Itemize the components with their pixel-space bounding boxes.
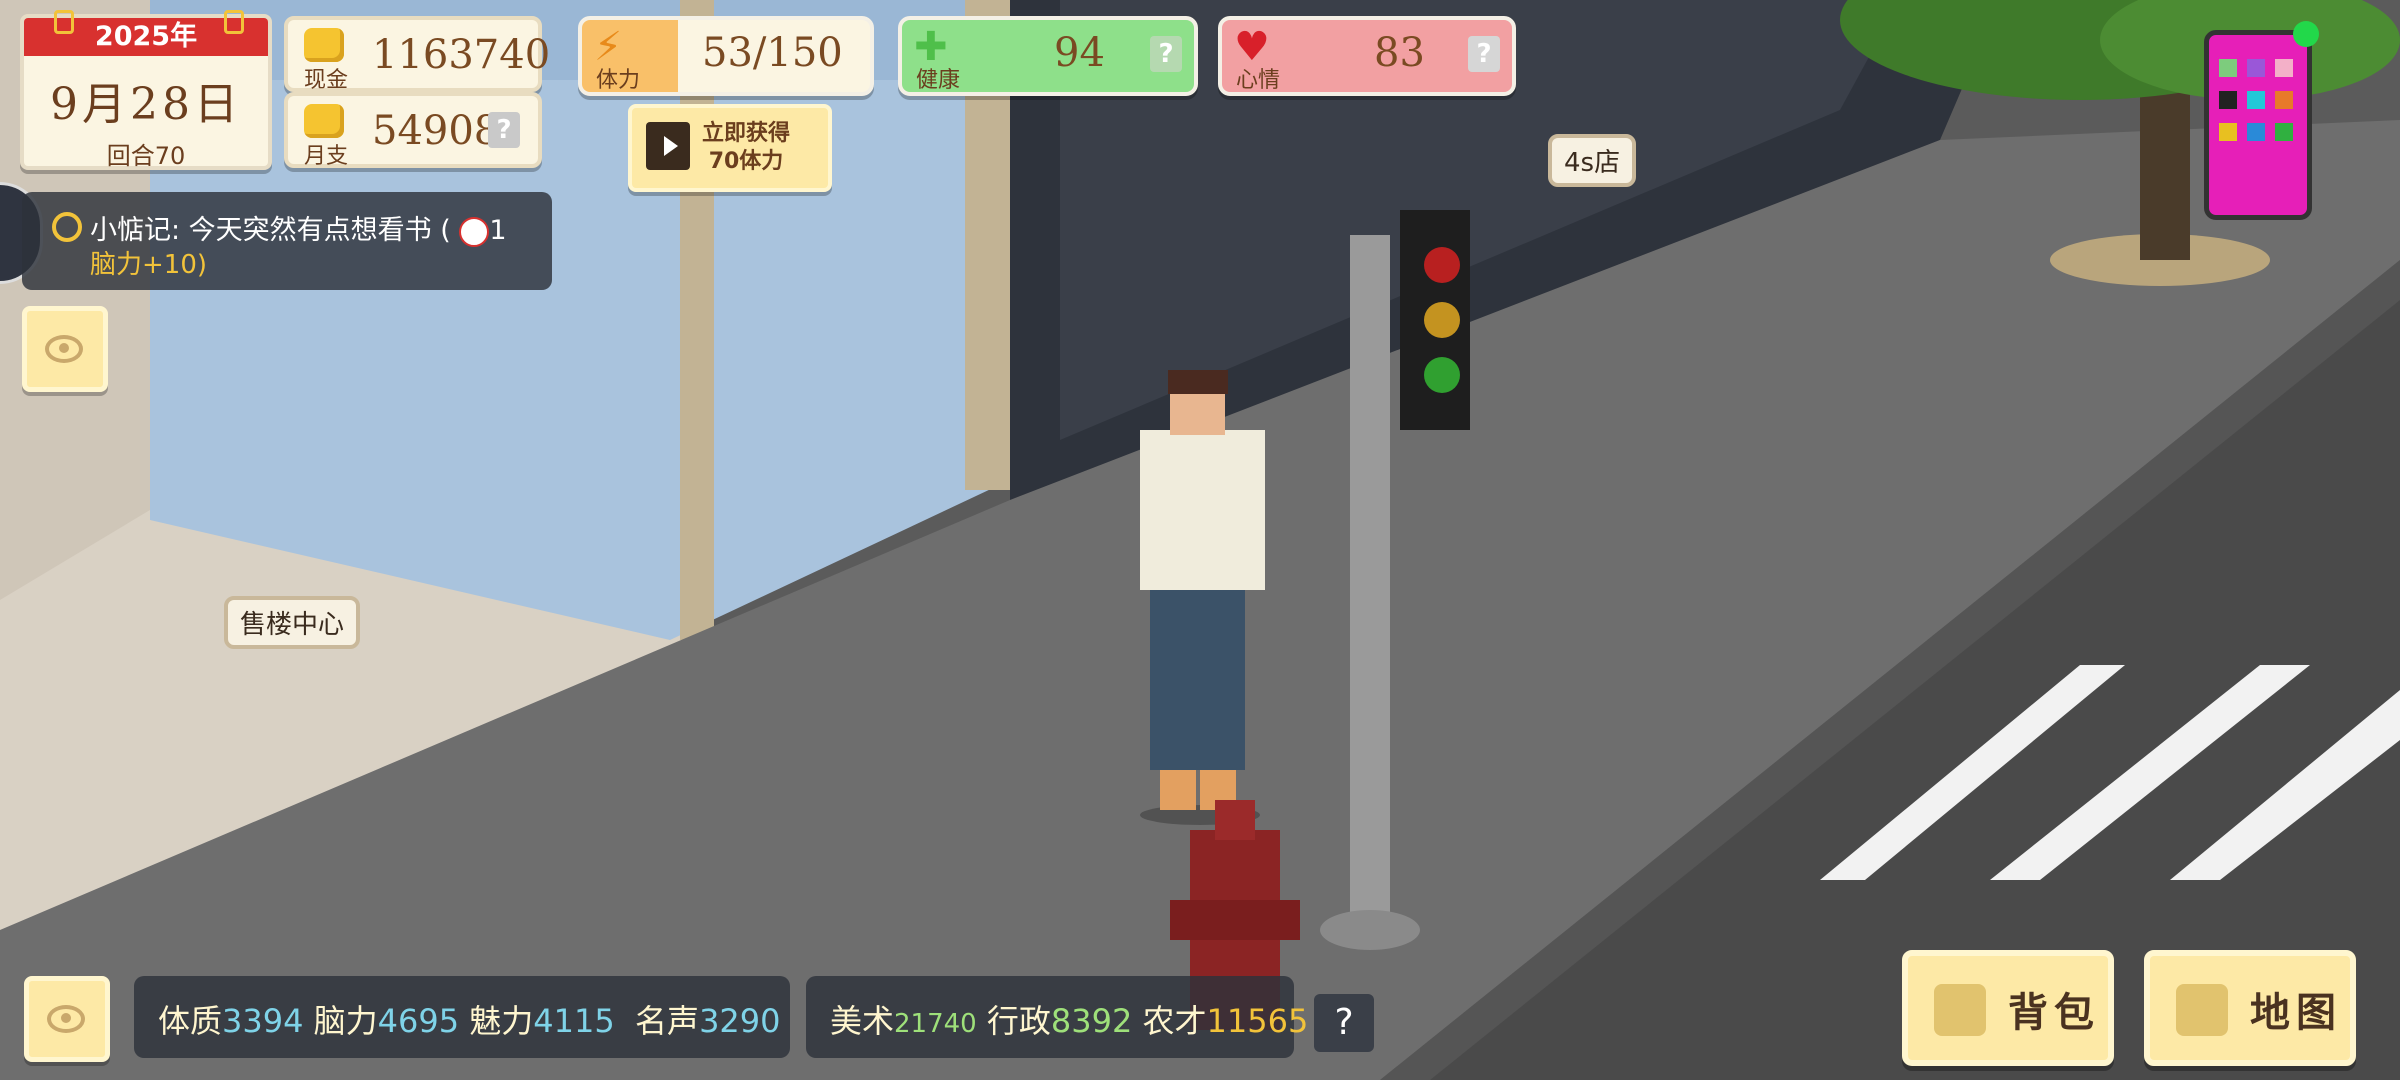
cash-label: 现金 (304, 68, 349, 93)
app-icon (2219, 59, 2237, 77)
phone-button[interactable] (2204, 21, 2319, 220)
notification-dot (2293, 21, 2319, 47)
cash-value: 1163740 (372, 32, 551, 78)
clock-icon (459, 216, 490, 247)
calendar-date: 9月28日 (50, 79, 242, 130)
app-icon (2247, 123, 2265, 141)
mood-label: 心情 (1236, 68, 1281, 93)
backpack-button[interactable]: 背包 (1902, 950, 2114, 1066)
attr-value: 3394 (222, 1002, 304, 1040)
coin-icon (304, 104, 344, 138)
app-icon (2275, 59, 2293, 77)
app-icon (2275, 91, 2293, 109)
attr-value: 4115 (533, 1002, 615, 1040)
note-suffix: 1 (489, 215, 507, 246)
circle-icon (52, 212, 82, 242)
skill-value: 8392 (1050, 1002, 1133, 1040)
skills-help-button[interactable]: ? (1314, 994, 1374, 1052)
mood-stat: ♥ 心情 83 ? (1218, 16, 1516, 96)
health-help-button[interactable]: ? (1150, 36, 1182, 72)
monthly-expense-row: 月支 54908 ? (284, 92, 542, 169)
stamina-stat[interactable]: ⚡ 体力 53/150 (578, 16, 874, 96)
attr-label: 体质 (158, 1002, 223, 1040)
monthly-value: 54908 (372, 108, 500, 154)
mood-value: 83 (1374, 30, 1425, 76)
note-text: 小惦记: 今天突然有点想看书 ( (90, 215, 451, 246)
skill-label: 美术 (830, 1002, 895, 1040)
location-tag-sales-center[interactable]: 售楼中心 (224, 596, 361, 649)
map-icon (2176, 984, 2228, 1036)
monthly-help-button[interactable]: ? (488, 112, 520, 148)
skill-label: 农才 (1142, 1002, 1207, 1040)
round-counter: 回合70 (106, 142, 186, 170)
get-stamina-button[interactable]: 立即获得 70体力 (628, 104, 832, 192)
stamina-label: 体力 (596, 68, 641, 93)
calendar-widget: 2025年 9月28日 回合70 (20, 10, 272, 170)
money-panel: 现金 1163740 月支 54908 ? (284, 16, 550, 169)
note-panel[interactable]: 小惦记: 今天突然有点想看书 ( 1 脑力+10) (22, 192, 552, 290)
get-stamina-line2: 70体力 (708, 149, 784, 174)
app-icon (2247, 91, 2265, 109)
view-toggle-button[interactable] (22, 306, 108, 392)
stats-view-toggle-button[interactable] (24, 976, 110, 1062)
health-stat: ✚ 健康 94 ? (898, 16, 1198, 96)
mood-help-button[interactable]: ? (1468, 36, 1500, 72)
health-value: 94 (1054, 30, 1105, 76)
health-label: 健康 (916, 68, 961, 93)
calendar-ring-icon (224, 10, 244, 34)
app-icon (2275, 123, 2293, 141)
app-icon (2219, 123, 2237, 141)
note-reward: 脑力+10) (90, 250, 208, 280)
monthly-label: 月支 (304, 144, 349, 169)
backpack-icon (1934, 984, 1986, 1036)
map-button[interactable]: 地图 (2144, 950, 2356, 1066)
attr-label: 脑力 (313, 1002, 378, 1040)
attr-label: 名声 (635, 1002, 700, 1040)
attr-value: 4695 (377, 1002, 460, 1040)
get-stamina-line1: 立即获得 (702, 121, 791, 146)
attr-label: 魅力 (469, 1002, 534, 1040)
attr-value: 3290 (699, 1002, 781, 1040)
video-icon (646, 122, 690, 170)
app-icon (2219, 91, 2237, 109)
skill-value: 21740 (894, 1009, 977, 1039)
backpack-label: 背包 (2008, 990, 2100, 1036)
location-tag-car-shop[interactable]: 4s店 (1548, 134, 1637, 187)
calendar-ring-icon (54, 10, 74, 34)
cash-row: 现金 1163740 (284, 16, 550, 93)
skill-label: 行政 (986, 1002, 1051, 1040)
app-icon (2247, 59, 2265, 77)
skills-bar: 美术21740 行政8392 农才11565 (806, 976, 1308, 1058)
coin-icon (304, 28, 344, 62)
map-label: 地图 (2250, 990, 2342, 1036)
skill-value: 11565 (1206, 1002, 1309, 1040)
attributes-bar: 体质3394 脑力4695 魅力4115 名声3290 (134, 976, 790, 1058)
stamina-value: 53/150 (702, 30, 843, 76)
